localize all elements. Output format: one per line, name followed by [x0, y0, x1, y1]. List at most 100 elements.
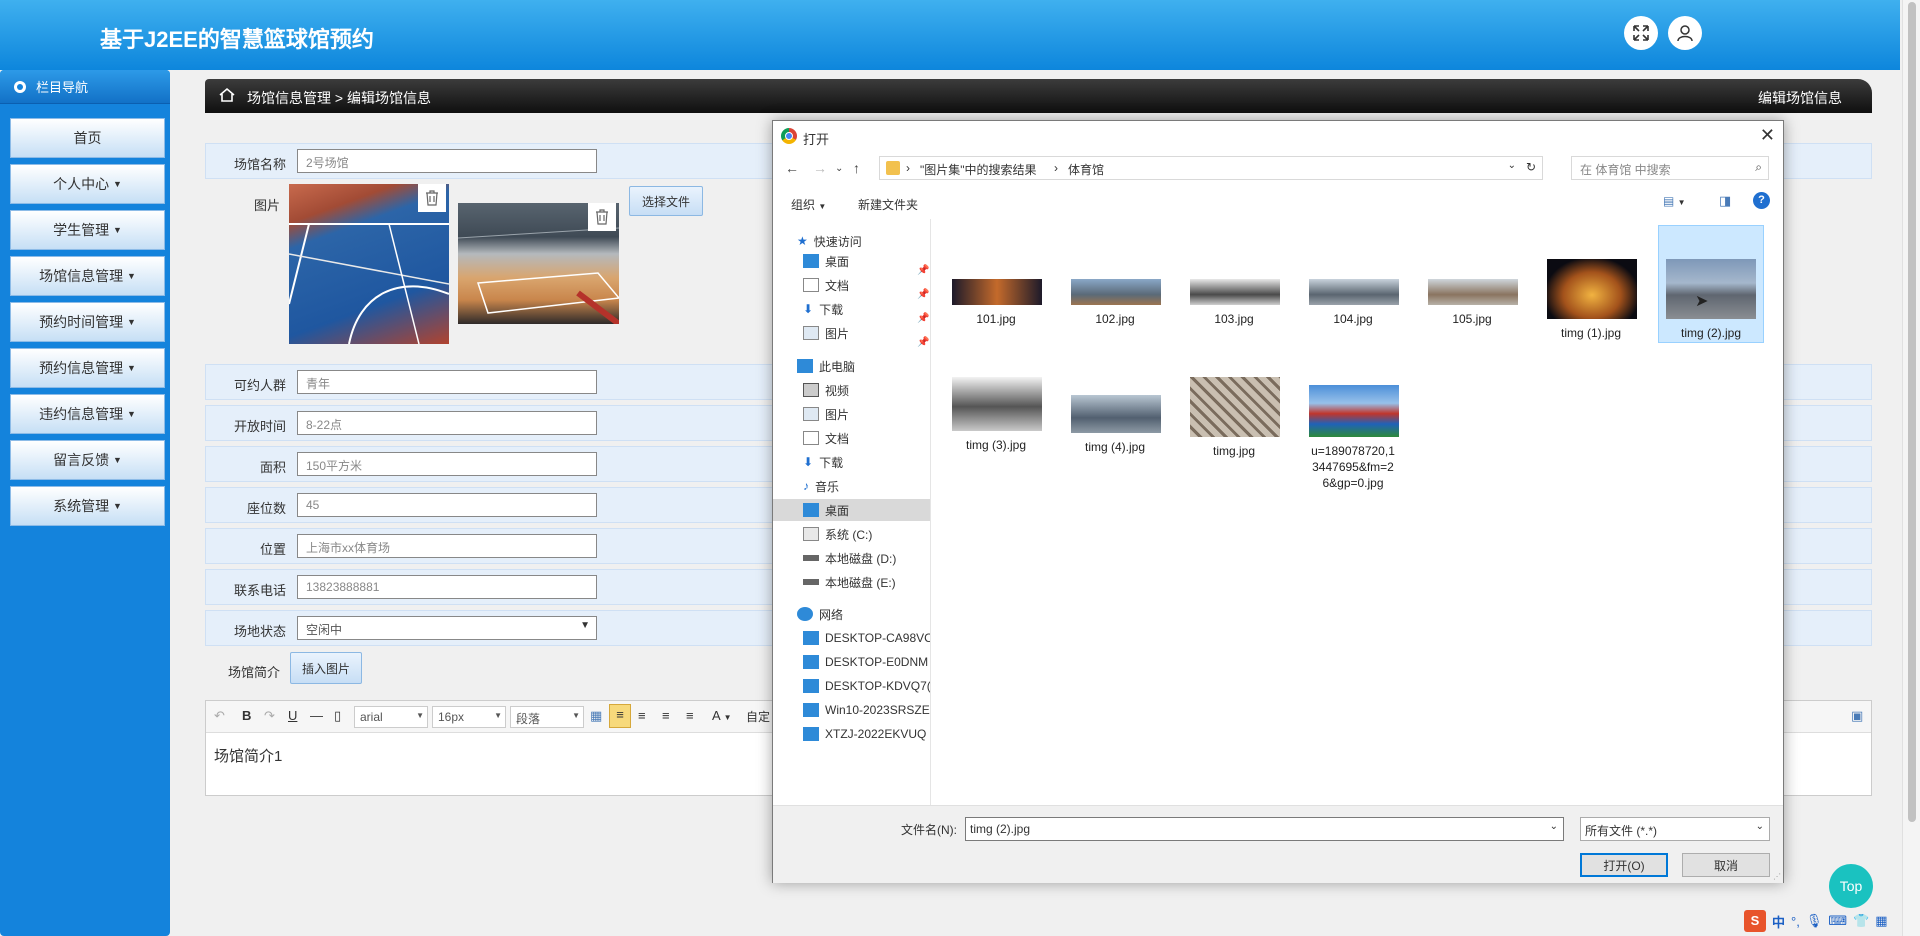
status-select[interactable]: 空闲中 ▼ — [297, 616, 597, 640]
nav-downloads-pinned[interactable]: ⬇ 下载 — [803, 298, 843, 320]
file-item[interactable]: 103.jpg — [1190, 279, 1280, 327]
nav-drive-e[interactable]: 本地磁盘 (E:) — [803, 571, 896, 593]
nav-pictures[interactable]: 图片 — [803, 403, 849, 425]
refresh-icon[interactable]: ↻ — [1526, 160, 1536, 174]
ime-toolbar[interactable]: S 中 °, 🎙 ⌨ 👕 ▦ — [1744, 908, 1900, 934]
redo-icon[interactable]: ↷ — [264, 708, 275, 724]
file-item[interactable]: timg (4).jpg — [1071, 395, 1161, 455]
mic-icon[interactable]: 🎙 — [1806, 913, 1823, 929]
undo-icon[interactable]: ↶ — [214, 708, 225, 724]
crowd-input[interactable]: 青年 — [297, 370, 597, 394]
nav-this-pc[interactable]: 此电脑 — [797, 355, 855, 377]
fullscreen-button[interactable] — [1624, 16, 1658, 50]
nav-downloads[interactable]: ⬇ 下载 — [803, 451, 843, 473]
nav-music[interactable]: ♪ 音乐 — [803, 475, 839, 497]
help-icon[interactable]: ? — [1753, 192, 1770, 209]
grid-icon[interactable]: ▦ — [1875, 913, 1887, 929]
keyboard-icon[interactable]: ⌨ — [1828, 913, 1847, 929]
source-icon[interactable]: ▣ — [1851, 708, 1863, 724]
phone-input[interactable]: 13823888881 — [297, 575, 597, 599]
custom-button[interactable]: 自定 — [746, 708, 770, 725]
nav-desktop-pinned[interactable]: 桌面 — [803, 250, 849, 272]
file-item[interactable]: 105.jpg — [1428, 279, 1518, 327]
forward-icon[interactable]: → — [813, 160, 827, 176]
preview-pane-icon[interactable]: ◨ — [1719, 193, 1731, 209]
home-icon[interactable] — [219, 87, 235, 106]
align-right-icon[interactable]: ≡ — [662, 708, 670, 723]
font-family-select[interactable]: arial ▼ — [354, 706, 428, 728]
choose-file-button[interactable]: 选择文件 — [629, 186, 703, 216]
resize-grip-icon[interactable]: ⋰ — [1773, 872, 1781, 881]
font-size-select[interactable]: 16px ▼ — [432, 706, 506, 728]
nav-network-pc[interactable]: DESKTOP-KDVQ7( — [803, 675, 930, 697]
ime-mode[interactable]: 中 — [1772, 912, 1785, 931]
hr-icon[interactable]: — — [310, 708, 323, 723]
file-item[interactable]: timg.jpg — [1190, 377, 1280, 459]
nav-videos[interactable]: 视频 — [803, 379, 849, 401]
seats-input[interactable]: 45 — [297, 493, 597, 517]
close-icon[interactable]: ✕ — [1760, 125, 1775, 146]
skin-icon[interactable]: 👕 — [1853, 913, 1869, 929]
nav-pictures-pinned[interactable]: 图片 — [803, 322, 849, 344]
chevron-down-icon[interactable]: ⌄ — [1508, 160, 1516, 171]
align-left-icon[interactable]: ≡ — [609, 704, 631, 728]
page-icon[interactable]: ▯ — [334, 708, 341, 724]
open-time-input[interactable]: 8-22点 — [297, 411, 597, 435]
up-icon[interactable]: ↑ — [853, 160, 860, 176]
nav-network-pc[interactable]: DESKTOP-CA98VC — [803, 627, 930, 649]
scrollbar-thumb[interactable] — [1908, 2, 1916, 822]
back-to-top-button[interactable]: Top — [1829, 864, 1873, 908]
nav-documents[interactable]: 文档 — [803, 427, 849, 449]
nav-drive-c[interactable]: 系统 (C:) — [803, 523, 872, 545]
delete-image-2-button[interactable] — [588, 203, 616, 231]
address-segment[interactable]: "图片集"中的搜索结果 — [920, 161, 1037, 178]
file-item[interactable]: timg (3).jpg — [952, 377, 1042, 453]
delete-image-1-button[interactable] — [418, 184, 446, 212]
filename-input[interactable]: timg (2).jpg ⌄ — [965, 817, 1564, 841]
location-input[interactable]: 上海市xx体育场 — [297, 534, 597, 558]
back-icon[interactable]: ← — [785, 160, 799, 176]
file-item[interactable]: u=189078720,13447695&fm=26&gp=0.jpg — [1309, 385, 1399, 491]
file-item[interactable]: 101.jpg — [952, 279, 1042, 327]
nav-network[interactable]: 网络 — [797, 603, 843, 625]
font-color-button[interactable]: A ▼ — [712, 708, 732, 723]
venue-name-input[interactable]: 2号场馆 — [297, 149, 597, 173]
bold-button[interactable]: B — [242, 708, 251, 723]
sidebar-item-personal[interactable]: 个人中心 ▼ — [10, 164, 165, 204]
sidebar-item-booking-info[interactable]: 预约信息管理 ▼ — [10, 348, 165, 388]
sidebar-item-students[interactable]: 学生管理 ▼ — [10, 210, 165, 250]
area-input[interactable]: 150平方米 — [297, 452, 597, 476]
nav-drive-d[interactable]: 本地磁盘 (D:) — [803, 547, 896, 569]
nav-desktop[interactable]: 桌面 — [773, 499, 930, 521]
file-item[interactable]: 104.jpg — [1309, 279, 1399, 327]
nav-network-pc[interactable]: DESKTOP-E0DNM — [803, 651, 928, 673]
align-justify-icon[interactable]: ≡ — [686, 708, 694, 723]
nav-network-pc[interactable]: Win10-2023SRSZE — [803, 699, 930, 721]
file-item[interactable]: timg (1).jpg — [1547, 259, 1637, 341]
search-box[interactable]: 在 体育馆 中搜索 ⌕ — [1571, 156, 1769, 180]
insert-image-button[interactable]: 插入图片 — [290, 652, 362, 684]
sidebar-item-violations[interactable]: 违约信息管理 ▼ — [10, 394, 165, 434]
user-button[interactable] — [1668, 16, 1702, 50]
open-button[interactable]: 打开(O) — [1580, 853, 1668, 877]
align-center-icon[interactable]: ≡ — [638, 708, 646, 723]
nav-documents-pinned[interactable]: 文档 — [803, 274, 849, 296]
page-scrollbar[interactable] — [1902, 0, 1920, 936]
paragraph-select[interactable]: 段落 ▼ — [510, 706, 584, 728]
sidebar-item-feedback[interactable]: 留言反馈 ▼ — [10, 440, 165, 480]
sidebar-item-home[interactable]: 首页 — [10, 118, 165, 158]
address-bar[interactable]: › "图片集"中的搜索结果 › 体育馆 ⌄ ↻ — [879, 156, 1543, 180]
nav-network-pc[interactable]: XTZJ-2022EKVUQ — [803, 723, 926, 745]
cancel-button[interactable]: 取消 — [1682, 853, 1770, 877]
new-folder-button[interactable]: 新建文件夹 — [858, 196, 918, 213]
sidebar-item-system[interactable]: 系统管理 ▼ — [10, 486, 165, 526]
file-item[interactable]: 102.jpg — [1071, 279, 1161, 327]
sidebar-item-booking-time[interactable]: 预约时间管理 ▼ — [10, 302, 165, 342]
recent-dropdown-icon[interactable]: ⌄ — [835, 163, 843, 174]
organize-button[interactable]: 组织 ▼ — [791, 196, 826, 213]
address-segment[interactable]: 体育馆 — [1068, 161, 1104, 178]
filetype-select[interactable]: 所有文件 (*.*) ⌄ — [1580, 817, 1770, 841]
file-item-selected[interactable]: timg (2).jpg ➤ — [1658, 225, 1764, 343]
editor-content[interactable]: 场馆简介1 — [214, 745, 282, 766]
sidebar-item-venues[interactable]: 场馆信息管理 ▼ — [10, 256, 165, 296]
